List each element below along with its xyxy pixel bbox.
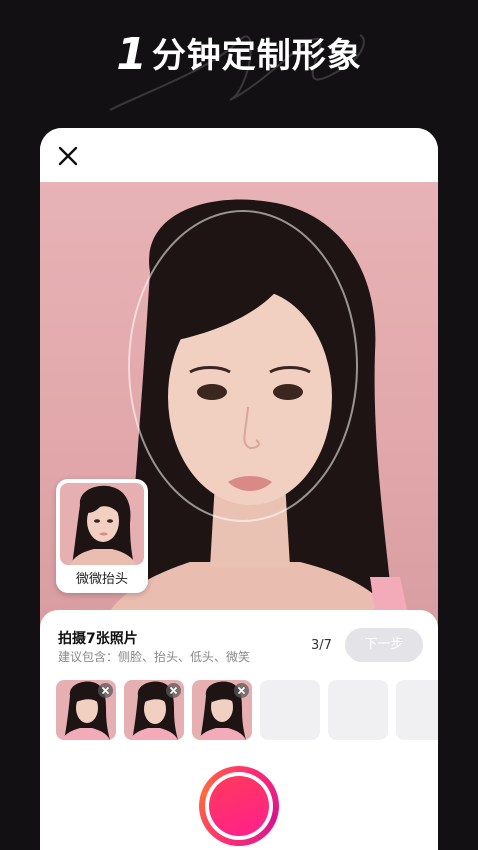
headline-text: 分钟定制形象 bbox=[151, 36, 362, 76]
thumbnail-1[interactable] bbox=[56, 680, 116, 740]
shutter-ring bbox=[205, 772, 273, 840]
thumbnail-3[interactable] bbox=[192, 680, 252, 740]
thumbnail-empty-6[interactable] bbox=[396, 680, 438, 740]
reference-pose-card: 微微抬头 bbox=[56, 479, 148, 593]
reference-pose-image bbox=[60, 483, 144, 565]
photo-counter: 3/7 bbox=[311, 638, 332, 653]
remove-x-icon[interactable] bbox=[98, 683, 113, 698]
shutter-button[interactable] bbox=[199, 766, 279, 846]
headline: 1 分钟定制形象 bbox=[0, 28, 478, 80]
photo-thumbnails bbox=[56, 680, 438, 742]
thumbnail-2[interactable] bbox=[124, 680, 184, 740]
reference-pose-label: 微微抬头 bbox=[75, 572, 128, 587]
thumbnail-empty-4[interactable] bbox=[260, 680, 320, 740]
thumbnail-empty-5[interactable] bbox=[328, 680, 388, 740]
remove-x-icon[interactable] bbox=[234, 683, 249, 698]
face-guide-oval bbox=[128, 210, 358, 522]
panel-title: 拍摄7张照片 bbox=[58, 631, 138, 647]
shutter-core bbox=[209, 776, 269, 836]
next-step-button[interactable]: 下一步 bbox=[345, 628, 423, 662]
panel-subtitle: 建议包含：侧脸、抬头、低头、微笑 bbox=[58, 650, 251, 664]
remove-x-icon[interactable] bbox=[166, 683, 181, 698]
headline-number: 1 bbox=[116, 29, 148, 80]
card-header bbox=[40, 128, 438, 182]
close-icon[interactable] bbox=[54, 142, 82, 170]
